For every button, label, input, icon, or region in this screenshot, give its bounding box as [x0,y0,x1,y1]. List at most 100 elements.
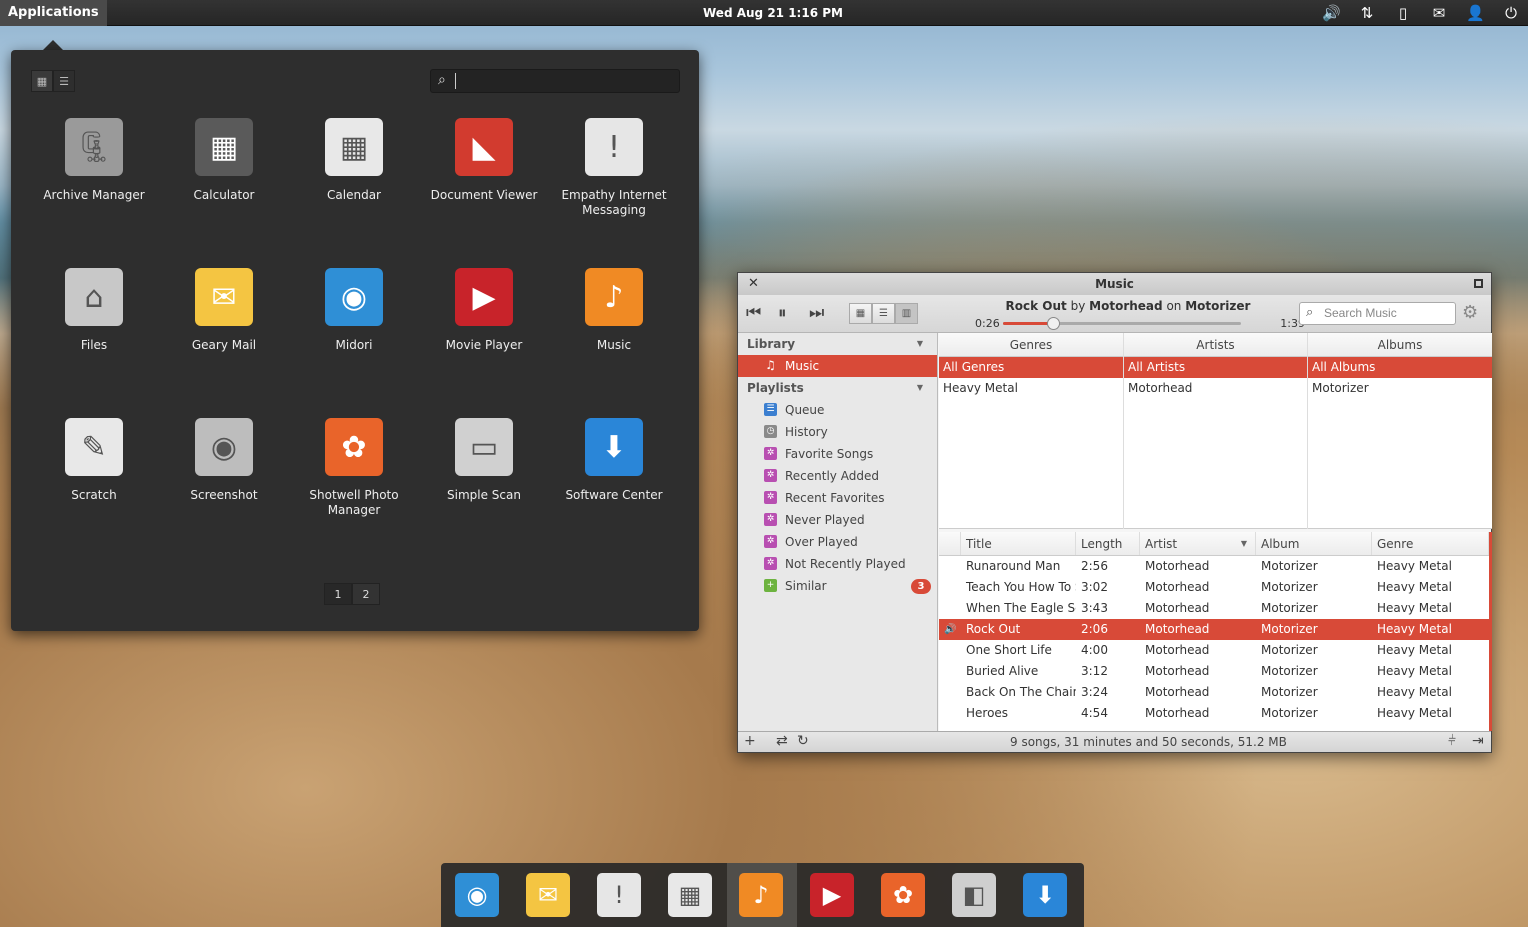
app-label: Document Viewer [430,188,538,202]
network-icon[interactable]: ⇅ [1358,4,1376,22]
seek-track[interactable] [1003,317,1241,330]
table-row[interactable]: Heroes 4:54 Motorhead Motorizer Heavy Metal [939,703,1489,724]
genre-row[interactable]: Heavy Metal [939,378,1123,399]
sidebar-item-never-played[interactable]: ✲ Never Played [738,509,937,531]
music-search-input[interactable] [1324,306,1449,320]
sidebar-item-over-played[interactable]: ✲ Over Played [738,531,937,553]
album-row[interactable]: Motorizer [1308,378,1492,399]
grid-view-icon[interactable]: ▦ [849,303,872,324]
table-row[interactable]: Runaround Man 2:56 Motorhead Motorizer Heavy… [939,556,1489,577]
title-cell: One Short Life [966,643,1052,657]
table-row[interactable]: One Short Life 4:00 Motorhead Motorizer Heav… [939,640,1489,661]
sidebar-item-music[interactable]: ♫ Music [738,355,937,377]
app-screenshot[interactable]: ◉ Screenshot [159,418,289,558]
sidebar-item-favorite-songs[interactable]: ✲ Favorite Songs [738,443,937,465]
sidebar-item-history[interactable]: ◷ History [738,421,937,443]
table-row[interactable]: 🔊 Rock Out 2:06 Motorhead Motorizer Heavy Met… [939,619,1489,640]
info-panel-icon[interactable]: ⇥ [1472,733,1484,749]
app-label: Midori [335,338,373,352]
equalizer-icon[interactable]: ⫩ [1448,733,1456,749]
user-icon[interactable]: 👤 [1466,4,1485,22]
dock-calendar-icon[interactable]: ▦ [668,873,712,917]
table-row[interactable]: Teach You How To Sir 3:02 Motorhead Motoriz… [939,577,1489,598]
genre-row[interactable]: All Genres [939,357,1123,378]
app-label: Archive Manager [43,188,145,202]
page-2-button[interactable]: 2 [352,583,380,605]
applications-button[interactable]: Applications [0,0,107,26]
sidebar-item-queue[interactable]: ☰ Queue [738,399,937,421]
next-icon[interactable]: ⏭ [809,303,824,323]
album-row[interactable]: All Albums [1308,357,1492,378]
battery-icon[interactable]: ▯ [1394,4,1412,22]
volume-icon[interactable]: 🔊 [1322,4,1341,22]
dock-globe-icon[interactable]: ◉ [455,873,499,917]
app-archive-manager[interactable]: 🗜 Archive Manager [29,118,159,258]
category-view-icon[interactable]: ☰ [53,70,75,92]
app-shotwell-photo-manager[interactable]: ✿ Shotwell Photo Manager [289,418,419,558]
app-movie-player[interactable]: ▶ Movie Player [419,268,549,408]
table-row[interactable]: Buried Alive 3:12 Motorhead Motorizer Heavy … [939,661,1489,682]
app-music[interactable]: ♪ Music [549,268,679,408]
title-column-header[interactable]: Title [961,532,1076,555]
app-empathy-internet-messaging[interactable]: ! Empathy Internet Messaging [549,118,679,258]
app-label: Calculator [193,188,255,202]
sidebar-item-recent-favorites[interactable]: ✲ Recent Favorites [738,487,937,509]
seek-handle[interactable] [1046,317,1060,330]
previous-icon[interactable]: ⏮ [746,303,761,323]
app-midori[interactable]: ◉ Midori [289,268,419,408]
dock-film-icon[interactable]: ▶ [810,873,854,917]
dock-chat-bubble-icon[interactable]: ! [597,873,641,917]
close-icon[interactable]: ✕ [748,273,759,295]
dock-music-note-icon[interactable]: ♪ [739,873,783,917]
artist-row[interactable]: All Artists [1124,357,1307,378]
dock-photo-icon[interactable]: ✿ [881,873,925,917]
launcher-search-input[interactable] [455,73,670,89]
power-icon[interactable]: ⏻ [1502,4,1520,22]
chevron-down-icon[interactable]: ▼ [917,333,923,355]
seek-fill [1003,322,1053,325]
mail-icon[interactable]: ✉ [1430,4,1448,22]
sidebar-item-label: Favorite Songs [785,447,874,461]
library-header[interactable]: Library ▼ [738,333,937,355]
sidebar-item-recently-added[interactable]: ✲ Recently Added [738,465,937,487]
maximize-icon[interactable] [1474,279,1483,288]
playlists-header[interactable]: Playlists ▼ [738,377,937,399]
dock-settings-switch-icon[interactable]: ◧ [952,873,996,917]
launcher-pager: 1 2 [324,583,380,605]
sidebar-item-similar[interactable]: + Similar 3 [738,575,937,597]
app-calendar[interactable]: ▦ Calendar [289,118,419,258]
repeat-icon[interactable]: ↻ [797,733,809,749]
table-row[interactable]: Back On The Chain 3:24 Motorhead Motorizer H… [939,682,1489,703]
grid-view-icon[interactable]: ▦ [31,70,53,92]
app-files[interactable]: ⌂ Files [29,268,159,408]
dock-download-icon[interactable]: ⬇ [1023,873,1067,917]
column-view-icon[interactable]: ▥ [895,303,918,324]
album-cell: Motorizer [1261,580,1318,594]
app-simple-scan[interactable]: ▭ Simple Scan [419,418,549,558]
sidebar-item-not-recently-played[interactable]: ✲ Not Recently Played [738,553,937,575]
app-scratch[interactable]: ✎ Scratch [29,418,159,558]
album-column-header[interactable]: Album [1256,532,1372,555]
app-geary-mail[interactable]: ✉ Geary Mail [159,268,289,408]
app-calculator[interactable]: ▦ Calculator [159,118,289,258]
add-icon[interactable]: + [744,733,756,749]
dock-mail-icon[interactable]: ✉ [526,873,570,917]
artists-header[interactable]: Artists [1124,333,1307,357]
albums-header[interactable]: Albums [1308,333,1492,357]
page-1-button[interactable]: 1 [324,583,352,605]
artist-column-header[interactable]: Artist ▼ [1140,532,1256,555]
chevron-down-icon[interactable]: ▼ [917,377,923,399]
length-column-header[interactable]: Length [1076,532,1140,555]
dock: ◉ ✉! ▦ ♪ ▶ ✿ ◧ ⬇ [441,863,1084,927]
shuffle-icon[interactable]: ⇄ [776,733,788,749]
clock[interactable]: Wed Aug 21 1:16 PM [703,0,843,26]
genre-column-header[interactable]: Genre [1372,532,1489,555]
artist-row[interactable]: Motorhead [1124,378,1307,399]
gear-icon[interactable]: ⚙ [1462,302,1478,323]
genres-header[interactable]: Genres [939,333,1123,357]
pause-icon[interactable]: ⏸ [778,303,787,323]
table-row[interactable]: When The Eagle Scre 3:43 Motorhead Motorize… [939,598,1489,619]
app-document-viewer[interactable]: ◣ Document Viewer [419,118,549,258]
list-view-icon[interactable]: ☰ [872,303,895,324]
app-software-center[interactable]: ⬇ Software Center [549,418,679,558]
